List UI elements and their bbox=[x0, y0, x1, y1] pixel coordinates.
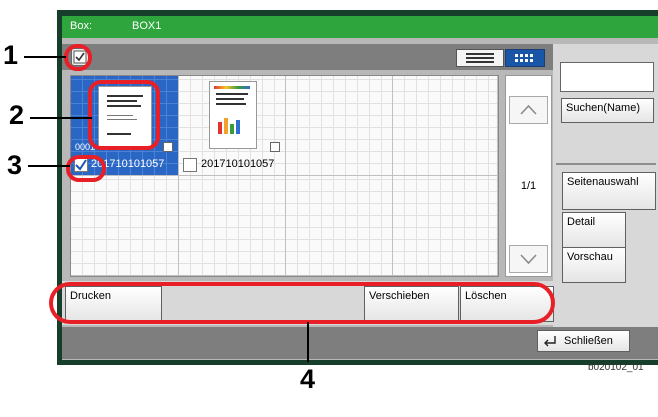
box-label: Box: bbox=[70, 20, 93, 32]
close-return-icon bbox=[543, 335, 557, 350]
file-name: 201710101057 bbox=[201, 158, 275, 170]
callout-line-2 bbox=[30, 117, 92, 119]
scroll-up-icon[interactable] bbox=[509, 96, 548, 124]
search-name-button[interactable]: Suchen(Name) bbox=[561, 98, 654, 123]
callout-line-1 bbox=[24, 56, 66, 58]
document-thumbnail-icon bbox=[209, 81, 257, 149]
callout-number-2: 2 bbox=[9, 100, 25, 130]
empty-cell bbox=[179, 176, 286, 276]
callout-number-1: 1 bbox=[3, 40, 19, 70]
box-name: BOX1 bbox=[132, 20, 162, 32]
box-header: Box: BOX1 bbox=[62, 16, 658, 38]
close-button[interactable]: Schließen bbox=[537, 330, 630, 352]
callout-ring-2 bbox=[88, 80, 160, 150]
file-checkbox[interactable] bbox=[183, 158, 197, 172]
callout-ring-3 bbox=[66, 155, 106, 182]
callout-ring-1 bbox=[64, 44, 92, 71]
callout-number-4: 4 bbox=[300, 364, 316, 394]
callout-number-3: 3 bbox=[7, 150, 23, 180]
search-name-field[interactable] bbox=[560, 62, 654, 92]
file-type-icon bbox=[163, 142, 173, 152]
empty-cell bbox=[286, 176, 393, 276]
file-type-icon bbox=[270, 142, 280, 152]
empty-cell bbox=[393, 76, 498, 176]
empty-cell bbox=[286, 76, 393, 176]
scroll-down-icon[interactable] bbox=[509, 245, 548, 273]
page-indicator: 1/1 bbox=[520, 180, 537, 192]
callout-line-3 bbox=[28, 165, 70, 167]
detail-button[interactable]: Detail bbox=[562, 212, 626, 248]
figure-reference: b020102_01 bbox=[588, 362, 644, 373]
close-label: Schließen bbox=[564, 335, 613, 347]
separator bbox=[556, 163, 656, 165]
page-selection-button[interactable]: Seitenauswahl bbox=[562, 172, 656, 210]
callout-line-4 bbox=[307, 322, 309, 362]
file-cell[interactable]: 201710101057 bbox=[179, 76, 286, 176]
thumbnail-view-icon[interactable] bbox=[505, 49, 545, 67]
preview-button[interactable]: Vorschau bbox=[562, 247, 626, 283]
list-view-icon[interactable] bbox=[456, 49, 504, 67]
empty-cell bbox=[393, 176, 498, 276]
scroll-column: 1/1 bbox=[505, 75, 552, 277]
empty-cell bbox=[71, 176, 179, 276]
callout-ring-4 bbox=[49, 282, 555, 324]
